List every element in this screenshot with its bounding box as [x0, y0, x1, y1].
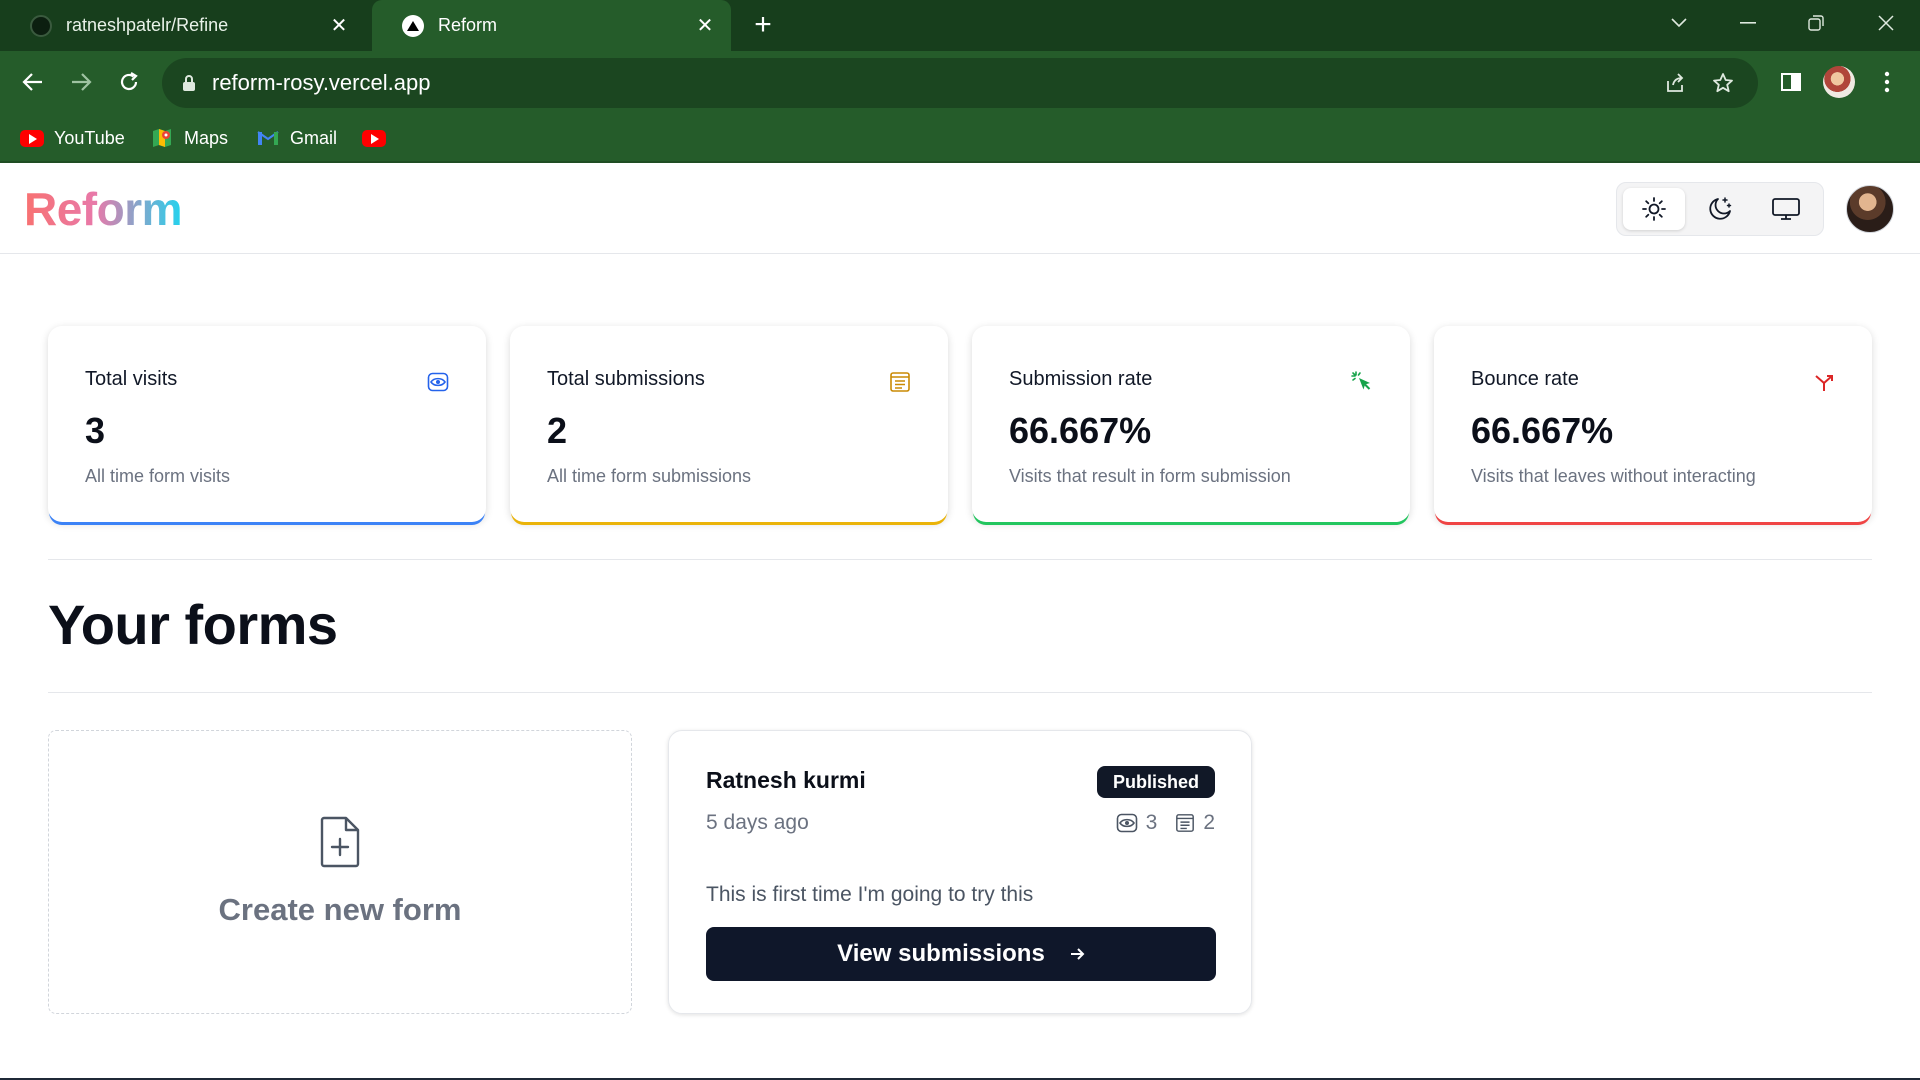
user-avatar[interactable] — [1846, 185, 1894, 233]
bookmark-youtube-2[interactable] — [362, 125, 396, 151]
status-badge: Published — [1096, 766, 1215, 798]
stat-card-bounce-rate: Bounce rate 66.667% Visits that leaves w… — [1434, 326, 1872, 522]
light-theme-button[interactable] — [1623, 188, 1685, 230]
stat-title: Total submissions — [547, 368, 705, 390]
github-icon — [30, 14, 52, 37]
sun-icon — [1642, 197, 1666, 221]
split-arrow-icon — [1812, 370, 1836, 394]
back-arrow-icon[interactable] — [16, 65, 50, 99]
stat-title: Bounce rate — [1471, 368, 1579, 390]
browser-tab-refine[interactable]: ratneshpatelr/Refine ✕ — [0, 0, 365, 51]
form-created-time: 5 days ago — [706, 811, 809, 834]
view-submissions-button[interactable]: View submissions — [706, 927, 1216, 981]
reform-app: Reform Total visits 3 All time form visi… — [0, 164, 1920, 1080]
stat-help-text: Visits that leaves without interacting — [1471, 466, 1756, 486]
view-submissions-label: View submissions — [837, 940, 1045, 967]
new-tab-button[interactable]: + — [748, 10, 778, 40]
stat-card-submission-rate: Submission rate 66.667% Visits that resu… — [972, 326, 1410, 522]
stat-value: 3 — [85, 410, 106, 451]
minimize-window-button[interactable] — [1728, 8, 1768, 38]
maps-icon — [150, 129, 174, 147]
browser-tab-strip: ratneshpatelr/Refine ✕ Reform ✕ + — [0, 0, 1920, 51]
form-card: Ratnesh kurmi Published 5 days ago 3 2 T… — [668, 730, 1252, 1014]
form-name: Ratnesh kurmi — [706, 767, 866, 793]
browser-tab-reform[interactable]: Reform ✕ — [372, 0, 731, 51]
reform-logo[interactable]: Reform — [24, 182, 183, 236]
bookmark-maps[interactable]: Maps — [150, 125, 228, 151]
page-title: Your forms — [48, 593, 338, 656]
gmail-icon — [256, 129, 280, 147]
browser-toolbar: reform-rosy.vercel.app — [0, 51, 1920, 113]
stat-value: 2 — [547, 410, 568, 451]
tab-title: ratneshpatelr/Refine — [66, 15, 229, 35]
app-header: Reform — [0, 164, 1920, 254]
youtube-icon — [20, 129, 44, 147]
stat-help-text: Visits that result in form submission — [1009, 466, 1291, 486]
bookmark-label: Maps — [184, 127, 229, 148]
stat-title: Submission rate — [1009, 368, 1153, 390]
form-icon — [1176, 814, 1195, 832]
close-tab-icon[interactable]: ✕ — [693, 14, 717, 38]
stat-help-text: All time form visits — [85, 466, 231, 486]
create-new-form-button[interactable]: Create new form — [48, 730, 632, 1014]
form-submissions-count: 2 — [1203, 811, 1215, 834]
stat-help-text: All time form submissions — [547, 466, 752, 486]
stats-cards: Total visits 3 All time form visits Tota… — [48, 326, 1872, 526]
url-text: reform-rosy.vercel.app — [212, 70, 431, 95]
address-bar[interactable]: reform-rosy.vercel.app — [162, 58, 1758, 108]
stat-value: 66.667% — [1009, 410, 1152, 451]
form-description: This is first time I'm going to try this — [706, 883, 1034, 906]
lock-icon — [182, 74, 196, 92]
divider — [48, 559, 1872, 560]
menu-kebab-icon[interactable] — [1870, 65, 1904, 99]
create-new-form-label: Create new form — [218, 892, 462, 927]
system-theme-button[interactable] — [1755, 188, 1817, 230]
share-icon[interactable] — [1662, 70, 1688, 96]
bookmarks-bar: YouTube Maps Gmail — [0, 113, 1920, 163]
form-visits-count: 3 — [1145, 811, 1158, 834]
tab-title: Reform — [438, 15, 498, 35]
bookmark-label: Gmail — [290, 127, 338, 148]
reload-icon[interactable] — [112, 65, 146, 99]
eye-icon — [1116, 813, 1137, 833]
close-window-button[interactable] — [1866, 8, 1906, 38]
monitor-icon — [1772, 198, 1800, 220]
divider — [48, 692, 1872, 693]
eye-icon — [426, 370, 450, 394]
vercel-icon — [402, 14, 424, 37]
profile-avatar-icon[interactable] — [1822, 65, 1856, 99]
arrow-right-icon — [1070, 948, 1085, 960]
stat-card-total-submissions: Total submissions 2 All time form submis… — [510, 326, 948, 522]
form-stats: 3 2 — [1116, 811, 1215, 835]
moon-stars-icon — [1709, 197, 1732, 220]
file-plus-icon — [320, 816, 360, 868]
bookmark-youtube[interactable]: YouTube — [20, 125, 125, 151]
restore-window-button[interactable] — [1796, 8, 1836, 38]
youtube-icon — [362, 129, 386, 147]
star-icon[interactable] — [1710, 70, 1736, 96]
bookmark-gmail[interactable]: Gmail — [256, 125, 337, 151]
side-panel-icon[interactable] — [1774, 65, 1808, 99]
stat-value: 66.667% — [1471, 410, 1614, 451]
stat-title: Total visits — [85, 368, 178, 390]
cursor-click-icon — [1350, 370, 1374, 394]
dark-theme-button[interactable] — [1689, 188, 1751, 230]
forward-arrow-icon[interactable] — [64, 65, 98, 99]
stat-card-total-visits: Total visits 3 All time form visits — [48, 326, 486, 522]
bookmark-label: YouTube — [54, 127, 125, 148]
theme-switcher — [1616, 182, 1824, 236]
tab-search-chevron-icon[interactable] — [1659, 8, 1699, 38]
form-icon — [888, 370, 912, 394]
close-tab-icon[interactable]: ✕ — [327, 14, 351, 38]
